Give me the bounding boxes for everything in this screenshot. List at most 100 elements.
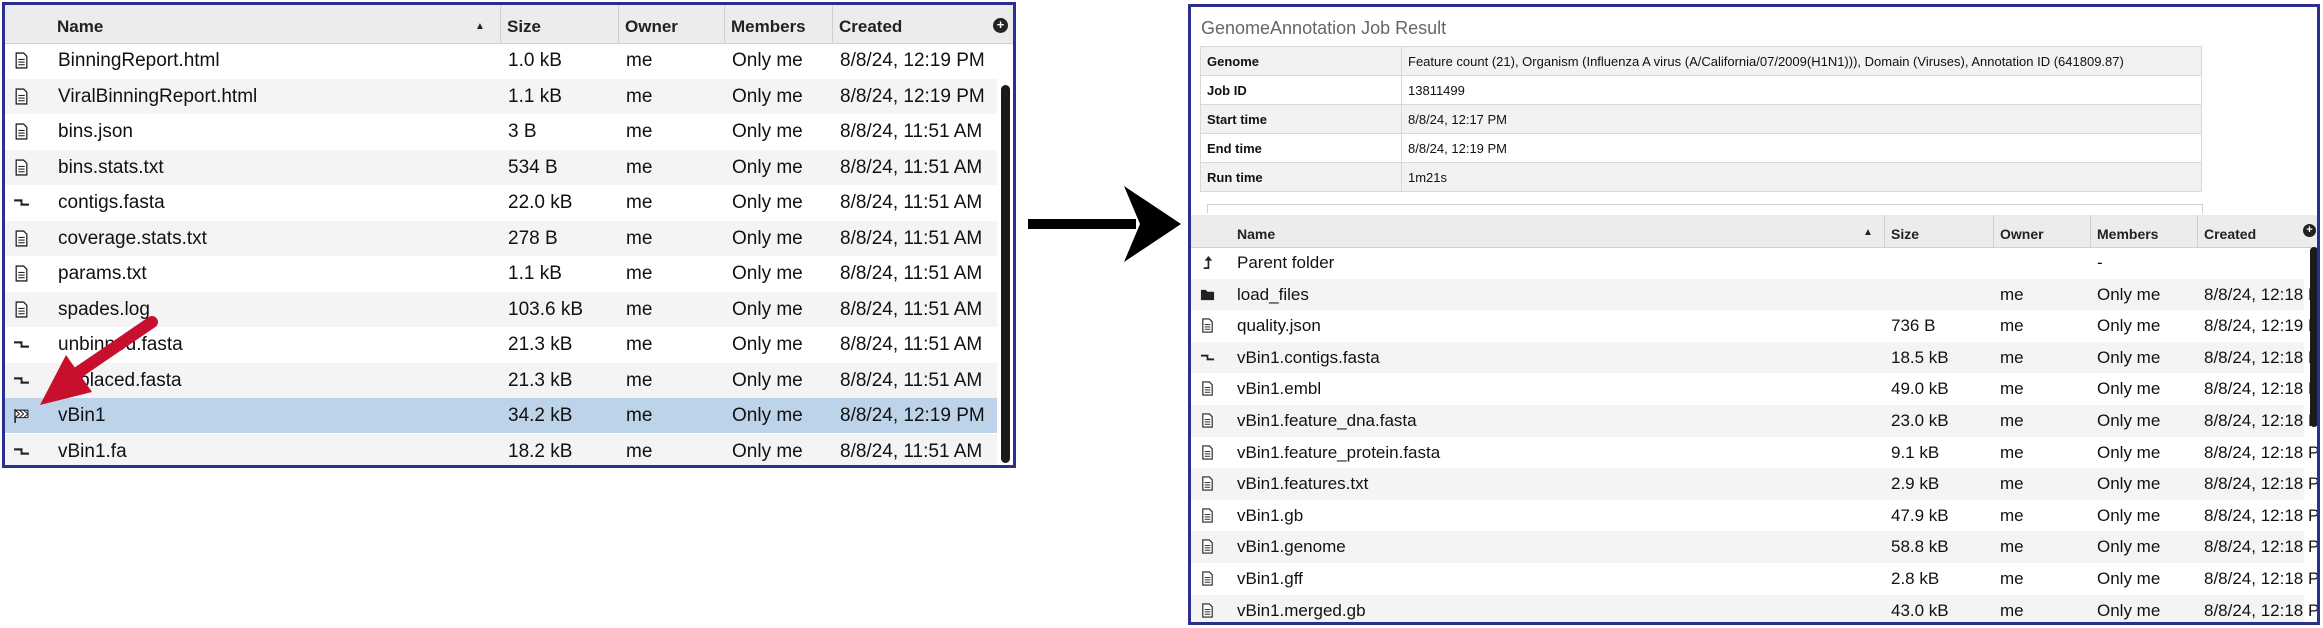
file-grid-header: Name ▲ Size Owner Members Created + — [1191, 215, 2317, 248]
summary-key: End time — [1200, 133, 1402, 163]
column-header-name[interactable]: Name ▲ — [1231, 215, 1885, 247]
file-row[interactable]: vBin1.feature_dna.fasta 23.0 kB me Only me 8… — [1191, 405, 2317, 437]
file-owner: me — [2000, 379, 2024, 399]
file-row[interactable]: vBin1.gff 2.8 kB me Only me 8/8/24, 12:18 PM — [1191, 563, 2317, 595]
file-row[interactable]: unbinned.fasta 21.3 kB me Only me 8/8/24, 11… — [5, 327, 997, 362]
file-row[interactable]: vBin1.embl 49.0 kB me Only me 8/8/24, 12:18 … — [1191, 373, 2317, 405]
document-icon — [13, 123, 30, 145]
column-header-size[interactable]: Size — [501, 5, 619, 43]
file-row[interactable]: coverage.stats.txt 278 B me Only me 8/8/24, … — [5, 220, 997, 256]
file-members: Only me — [732, 192, 803, 213]
file-members: Only me — [2097, 600, 2161, 620]
column-header-size[interactable]: Size — [1885, 215, 1994, 247]
file-members: Only me — [2097, 442, 2161, 462]
scrollbar[interactable] — [1001, 85, 1010, 463]
file-row[interactable]: vBin1.fa 18.2 kB me Only me 8/8/24, 11:51 AM — [5, 433, 997, 465]
column-header-owner[interactable]: Owner — [619, 5, 725, 43]
document-icon — [13, 265, 30, 287]
column-header-members[interactable]: Members — [2091, 215, 2198, 247]
file-owner: me — [626, 156, 653, 178]
file-row[interactable]: load_files me Only me 8/8/24, 12:18 PM — [1191, 278, 2317, 311]
file-created: 8/8/24, 11:51 AM — [840, 440, 983, 462]
document-icon — [1200, 444, 1215, 465]
file-size: 47.9 kB — [1891, 505, 1949, 525]
file-row[interactable]: vBin1.contigs.fasta 18.5 kB me Only me 8/8/2… — [1191, 341, 2317, 374]
folder-icon — [1200, 287, 1215, 307]
flag-icon — [13, 407, 30, 429]
file-row[interactable]: params.txt 1.1 kB me Only me 8/8/24, 11:51 A… — [5, 256, 997, 291]
document-icon — [13, 229, 30, 252]
file-size: 23.0 kB — [1891, 411, 1949, 430]
file-created: 8/8/24, 11:51 AM — [840, 192, 983, 213]
file-row[interactable]: ViralBinningReport.html 1.1 kB me Only me 8/… — [5, 78, 997, 114]
file-size: 22.0 kB — [508, 192, 573, 213]
file-members: Only me — [732, 440, 803, 462]
file-created: 8/8/24, 11:51 AM — [840, 263, 983, 284]
file-name: vBin1.merged.gb — [1237, 600, 1366, 620]
file-row[interactable]: unplaced.fasta 21.3 kB me Only me 8/8/24, 11… — [5, 362, 997, 398]
file-name: quality.json — [1237, 316, 1321, 336]
file-row[interactable]: vBin1.gb 47.9 kB me Only me 8/8/24, 12:18 PM — [1191, 500, 2317, 532]
file-owner: me — [626, 227, 653, 249]
document-icon — [1200, 381, 1215, 401]
file-owner: me — [626, 405, 653, 426]
file-row[interactable]: vBin1.feature_protein.fasta 9.1 kB me Only … — [1191, 437, 2317, 469]
file-owner: me — [2000, 284, 2024, 304]
file-owner: me — [626, 85, 653, 107]
file-row[interactable]: bins.json 3 B me Only me 8/8/24, 11:51 AM — [5, 114, 997, 149]
file-members: Only me — [732, 369, 803, 391]
scrollbar[interactable] — [2310, 247, 2317, 427]
column-header-label: Members — [731, 17, 806, 36]
column-header-label: Owner — [625, 17, 678, 36]
file-row[interactable]: vBin1.genome 58.8 kB me Only me 8/8/24, 12:1… — [1191, 531, 2317, 563]
file-size: 18.2 kB — [508, 440, 573, 462]
document-icon — [1200, 508, 1215, 528]
file-name: unplaced.fasta — [58, 369, 182, 391]
document-icon — [1200, 413, 1215, 433]
file-size: 43.0 kB — [1891, 600, 1949, 620]
file-created: 8/8/24, 12:18 PM — [2204, 379, 2317, 399]
column-header-label: Size — [1891, 226, 1920, 242]
file-members: Only me — [732, 263, 803, 284]
document-icon — [13, 158, 30, 181]
file-row[interactable]: bins.stats.txt 534 B me Only me 8/8/24, 11:5… — [5, 149, 997, 185]
file-owner: me — [626, 263, 653, 284]
file-row[interactable]: contigs.fasta 22.0 kB me Only me 8/8/24, 11:… — [5, 185, 997, 220]
column-header-members[interactable]: Members — [725, 5, 833, 43]
file-row[interactable]: quality.json 736 B me Only me 8/8/24, 12:19 … — [1191, 310, 2317, 342]
contigs-icon — [1200, 350, 1215, 370]
add-column-icon[interactable]: + — [2303, 224, 2316, 237]
summary-row: Genome Feature count (21), Organism (Infl… — [1200, 46, 2202, 76]
file-row[interactable]: spades.log 103.6 kB me Only me 8/8/24, 11:51… — [5, 291, 997, 327]
summary-row: Job ID 13811499 — [1200, 75, 2202, 105]
summary-value: Feature count (21), Organism (Influenza … — [1401, 46, 2202, 76]
column-header-label: Name — [57, 17, 104, 36]
document-icon — [1200, 602, 1215, 622]
column-header-created[interactable]: Created — [833, 5, 997, 43]
file-row[interactable]: Parent folder - — [1191, 247, 2304, 279]
column-header-label: Size — [507, 17, 542, 36]
column-header-created[interactable]: Created — [2198, 215, 2304, 247]
file-row[interactable]: vBin1 34.2 kB me Only me 8/8/24, 12:19 PM — [5, 398, 997, 433]
file-name: vBin1.gb — [1237, 505, 1304, 525]
document-icon — [13, 52, 30, 74]
column-header-name[interactable]: Name ▲ — [51, 5, 501, 43]
add-column-icon[interactable]: + — [993, 18, 1008, 33]
file-members: Only me — [2097, 379, 2161, 399]
file-members: - — [2097, 253, 2103, 272]
file-row[interactable]: vBin1.features.txt 2.9 kB me Only me 8/8/24,… — [1191, 468, 2317, 500]
summary-value: 8/8/24, 12:19 PM — [1401, 133, 2202, 163]
column-header-label: Members — [2097, 226, 2159, 242]
summary-value: 1m21s — [1401, 162, 2202, 192]
column-header-owner[interactable]: Owner — [1994, 215, 2091, 247]
document-icon — [13, 300, 30, 323]
file-size: 534 B — [508, 156, 558, 178]
file-created: 8/8/24, 11:51 AM — [840, 298, 983, 320]
file-members: Only me — [732, 334, 803, 355]
file-name: bins.stats.txt — [58, 156, 164, 178]
file-owner: me — [2000, 600, 2024, 620]
file-created: 8/8/24, 12:18 PM — [2204, 537, 2320, 557]
file-row[interactable]: vBin1.merged.gb 43.0 kB me Only me 8/8/24, 1… — [1191, 594, 2317, 622]
file-name: vBin1.genome — [1237, 537, 1346, 557]
file-row[interactable]: BinningReport.html 1.0 kB me Only me 8/8/24,… — [5, 43, 997, 78]
